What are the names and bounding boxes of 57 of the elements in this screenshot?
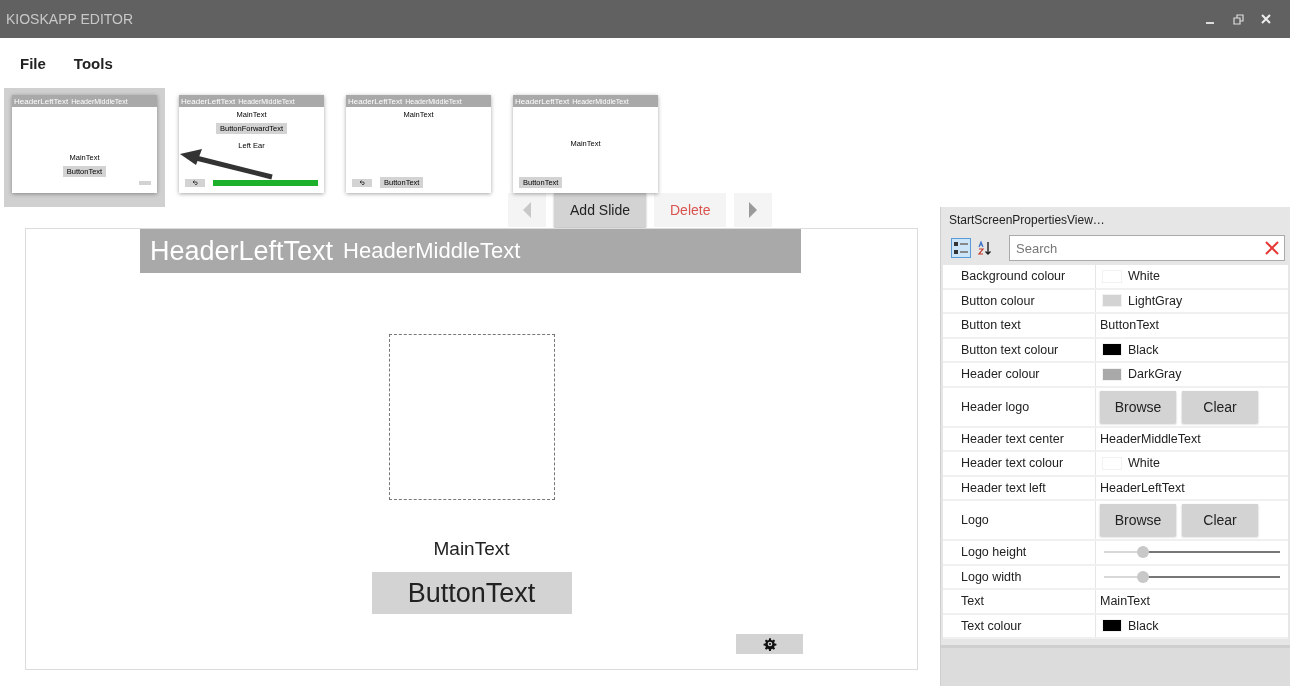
property-name: Header text left bbox=[943, 476, 1096, 499]
settings-icon bbox=[762, 637, 777, 651]
slide-thumbnail-settings-button bbox=[139, 180, 151, 185]
property-value[interactable]: ButtonText bbox=[1100, 318, 1160, 333]
property-name: Button text colour bbox=[943, 338, 1096, 361]
back-icon bbox=[192, 180, 198, 185]
menu-item[interactable]: Tools bbox=[73, 54, 113, 72]
panel-title: StartScreenPropertiesView… bbox=[948, 212, 1106, 229]
property-name: Logo width bbox=[943, 565, 1096, 588]
menu-item[interactable]: File bbox=[20, 54, 46, 72]
settings-button[interactable] bbox=[736, 634, 803, 654]
property-button[interactable]: Clear bbox=[1182, 504, 1258, 536]
property-name: Header colour bbox=[943, 363, 1096, 386]
list-icon bbox=[953, 240, 969, 256]
property-value[interactable]: White bbox=[1128, 269, 1160, 284]
property-value[interactable]: White bbox=[1128, 456, 1160, 471]
right-triangle-icon bbox=[749, 202, 758, 218]
slider[interactable] bbox=[1104, 546, 1280, 559]
left-triangle-icon bbox=[523, 202, 531, 218]
property-value[interactable]: LightGray bbox=[1128, 293, 1183, 308]
slider-thumb[interactable] bbox=[1136, 546, 1149, 559]
slide-button[interactable]: ButtonText bbox=[371, 572, 572, 614]
categorized-view-button[interactable] bbox=[951, 238, 971, 258]
main-text: MainText bbox=[433, 538, 510, 560]
property-button[interactable]: Browse bbox=[1100, 504, 1176, 536]
property-name: Logo height bbox=[943, 541, 1096, 564]
header-middle-text: HeaderMiddleText bbox=[343, 238, 521, 264]
property-name: Header text colour bbox=[943, 452, 1096, 475]
sort-icon bbox=[977, 240, 993, 256]
property-button[interactable]: Clear bbox=[1182, 390, 1258, 423]
property-value[interactable]: DarkGray bbox=[1128, 367, 1182, 382]
property-value[interactable]: HeaderLeftText bbox=[1100, 480, 1185, 495]
property-name: Background colour bbox=[943, 265, 1096, 288]
property-name: Header text center bbox=[943, 427, 1096, 450]
slider-thumb[interactable] bbox=[1136, 570, 1149, 583]
property-name: Logo bbox=[943, 501, 1096, 539]
property-name: Text colour bbox=[943, 614, 1096, 637]
header-left-text: HeaderLeftText bbox=[150, 235, 334, 267]
property-name: Header logo bbox=[943, 387, 1096, 426]
property-value[interactable]: Black bbox=[1128, 342, 1159, 357]
toolbar-button[interactable]: Add Slide bbox=[554, 193, 646, 227]
close-icon bbox=[1261, 14, 1271, 24]
slider[interactable] bbox=[1104, 570, 1280, 583]
property-button[interactable]: Browse bbox=[1100, 390, 1176, 423]
property-value[interactable]: MainText bbox=[1100, 594, 1151, 609]
minimize-icon bbox=[1206, 22, 1214, 24]
property-name: Button text bbox=[943, 314, 1096, 337]
restore-icon bbox=[1232, 13, 1244, 25]
clear-icon[interactable] bbox=[1265, 241, 1279, 255]
window-title: KIOSKAPP EDITOR bbox=[6, 11, 135, 27]
property-value[interactable]: Black bbox=[1128, 618, 1159, 633]
search-field[interactable]: Search bbox=[1009, 235, 1285, 261]
back-icon bbox=[359, 180, 365, 185]
property-value[interactable]: HeaderMiddleText bbox=[1100, 431, 1201, 446]
property-name: Text bbox=[943, 590, 1096, 613]
next-button[interactable] bbox=[734, 193, 773, 227]
property-name: Button colour bbox=[943, 289, 1096, 312]
